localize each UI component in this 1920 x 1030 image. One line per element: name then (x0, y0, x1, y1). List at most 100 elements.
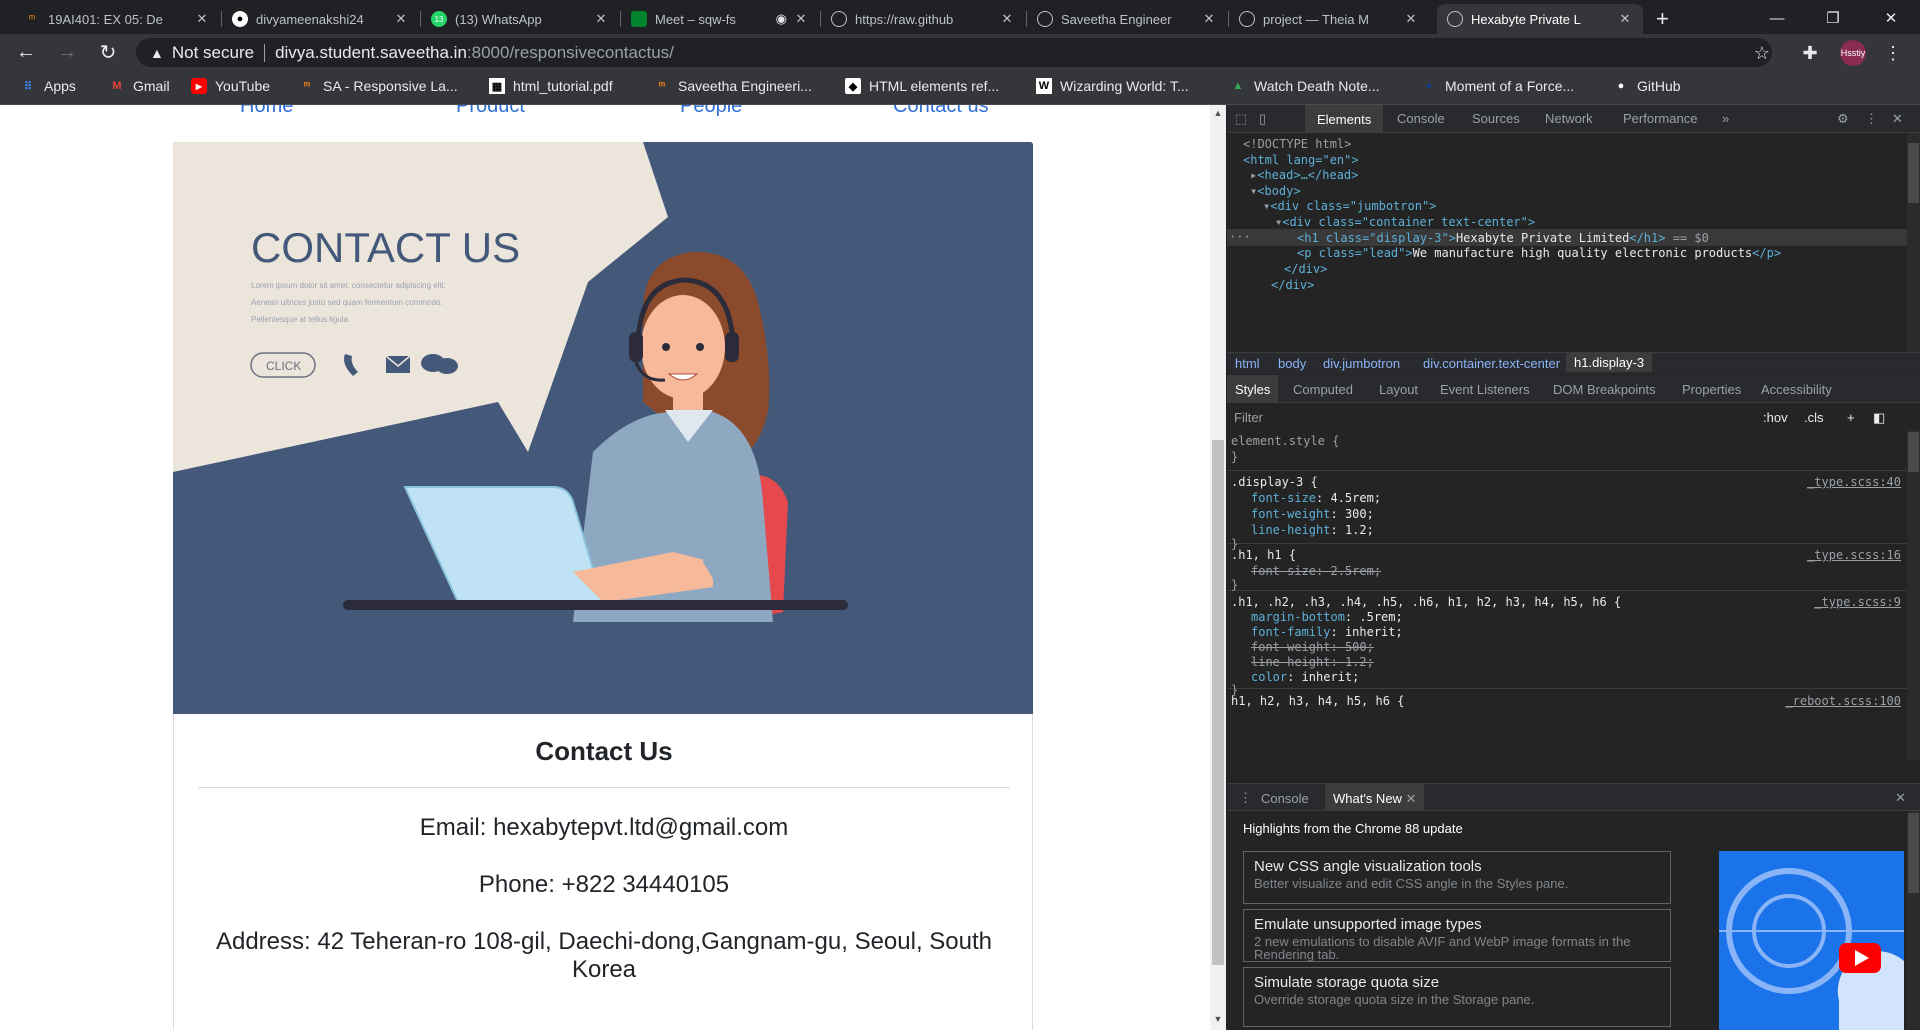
scroll-up-icon[interactable]: ▲ (1210, 108, 1226, 118)
close-tab-icon[interactable]: ✕ (1201, 11, 1217, 27)
bookmark-sa-responsive[interactable]: ᵐ SA - Responsive La... (299, 78, 458, 94)
forward-button[interactable]: → (55, 40, 79, 64)
extensions-icon[interactable]: ✚ (1797, 40, 1823, 66)
rule-selector[interactable]: .h1, h1 { (1231, 548, 1296, 562)
bookmark-html-elements[interactable]: ◆ HTML elements ref... (845, 78, 999, 94)
settings-gear-icon[interactable]: ⚙ (1837, 111, 1849, 127)
browser-tab[interactable]: 13 (13) WhatsApp ✕ (421, 4, 619, 34)
whats-new-video-thumbnail[interactable] (1719, 851, 1904, 1030)
css-declaration[interactable]: font-size: 4.5rem; (1251, 491, 1381, 505)
sidebar-toggle-icon[interactable]: ◧ (1873, 410, 1885, 426)
close-tab-icon[interactable]: ✕ (593, 11, 609, 27)
close-tab-icon[interactable]: ✕ (194, 11, 210, 27)
browser-tab[interactable]: project — Theia M ✕ (1229, 4, 1429, 34)
close-tab-icon[interactable]: ✕ (793, 11, 809, 27)
browser-tab-active[interactable]: Hexabyte Private L ✕ (1437, 4, 1643, 34)
close-devtools-icon[interactable]: ✕ (1892, 111, 1903, 127)
bookmark-github[interactable]: ● GitHub (1613, 78, 1681, 94)
close-tab-icon[interactable]: ✕ (1617, 11, 1633, 27)
drawer-menu-icon[interactable]: ⋮ (1239, 790, 1252, 806)
css-declaration-overridden[interactable]: line-height: 1.2; (1251, 655, 1374, 669)
more-tabs-icon[interactable]: » (1722, 111, 1729, 126)
breadcrumb-item[interactable]: div.container.text-center (1423, 356, 1560, 371)
styles-scrollbar[interactable] (1907, 430, 1920, 760)
rule-source-link[interactable]: _type.scss:40 (1807, 475, 1901, 489)
inspect-element-icon[interactable]: ⬚ (1235, 111, 1247, 127)
kebab-menu-icon[interactable]: ⋮ (1865, 111, 1878, 127)
dom-node[interactable]: ▸<head>…</head> (1250, 168, 1358, 182)
security-label[interactable]: Not secure (172, 43, 254, 63)
minimize-button[interactable]: — (1754, 4, 1800, 32)
bookmark-star-icon[interactable]: ☆ (1749, 40, 1775, 66)
nav-people[interactable]: People (680, 105, 742, 118)
dom-node-selected[interactable]: <h1 class="display-3">Hexabyte Private L… (1297, 231, 1709, 245)
new-tab-button[interactable]: + (1656, 6, 1669, 32)
tab-properties[interactable]: Properties (1682, 382, 1741, 397)
dom-node[interactable]: <p class="lead">We manufacture high qual… (1297, 246, 1781, 260)
whats-new-item[interactable]: Emulate unsupported image types 2 new em… (1243, 909, 1671, 962)
css-declaration-overridden[interactable]: font-size: 2.5rem; (1251, 564, 1381, 578)
restore-button[interactable]: ❐ (1810, 4, 1856, 32)
bookmark-wizarding[interactable]: W Wizarding World: T... (1036, 78, 1189, 94)
css-declaration[interactable]: line-height: 1.2; (1251, 523, 1374, 537)
close-tab-icon[interactable]: ✕ (393, 11, 409, 27)
back-button[interactable]: ← (14, 40, 38, 64)
breadcrumb-item-selected[interactable]: h1.display-3 (1566, 353, 1653, 372)
nav-product[interactable]: Product (456, 105, 525, 118)
rule-source-link[interactable]: _reboot.scss:100 (1785, 694, 1901, 708)
bookmark-html-tutorial[interactable]: ▦ html_tutorial.pdf (489, 78, 613, 94)
browser-tab[interactable]: ᵐ 19AI401: EX 05: De ✕ (14, 4, 220, 34)
hov-toggle[interactable]: :hov (1763, 410, 1788, 425)
close-window-button[interactable]: ✕ (1868, 4, 1914, 32)
device-toolbar-icon[interactable]: ▯ (1259, 111, 1266, 127)
bookmark-moment[interactable]: ● Moment of a Force... (1421, 78, 1575, 94)
close-drawer-icon[interactable]: ✕ (1895, 790, 1906, 806)
scroll-down-icon[interactable]: ▼ (1210, 1014, 1226, 1024)
drawer-tab-whats-new[interactable]: What's New ✕ (1325, 784, 1425, 811)
bookmark-death-note[interactable]: ▲ Watch Death Note... (1230, 78, 1380, 94)
dom-node[interactable]: <html lang="en"> (1243, 153, 1359, 167)
tab-dom-breakpoints[interactable]: DOM Breakpoints (1553, 382, 1656, 397)
scroll-thumb[interactable] (1212, 440, 1224, 965)
whats-new-item[interactable]: Simulate storage quota size Override sto… (1243, 967, 1671, 1027)
tab-accessibility[interactable]: Accessibility (1761, 382, 1832, 397)
tab-computed[interactable]: Computed (1293, 382, 1353, 397)
rule-selector[interactable]: h1, h2, h3, h4, h5, h6 { (1231, 694, 1404, 708)
tab-network[interactable]: Network (1545, 111, 1593, 126)
tab-elements[interactable]: Elements (1305, 105, 1384, 133)
rule-source-link[interactable]: _type.scss:9 (1814, 595, 1901, 609)
bookmark-saveetha[interactable]: ᵐ Saveetha Engineeri... (654, 78, 812, 94)
dom-node[interactable]: ▾<div class="jumbotron"> (1263, 199, 1436, 213)
tab-layout[interactable]: Layout (1379, 382, 1418, 397)
warning-icon[interactable]: ▲ (150, 45, 164, 61)
bookmark-youtube[interactable]: ▶ YouTube (191, 78, 270, 94)
filter-input[interactable]: Filter (1234, 410, 1263, 425)
tab-event-listeners[interactable]: Event Listeners (1440, 382, 1530, 397)
dom-node[interactable]: </div> (1284, 262, 1327, 276)
tab-styles[interactable]: Styles (1227, 375, 1279, 403)
browser-tab[interactable]: ● divyameenakshi24 ✕ (222, 4, 419, 34)
css-declaration[interactable]: color: inherit; (1251, 670, 1359, 684)
dom-node[interactable]: ▾<body> (1250, 184, 1301, 198)
tab-sources[interactable]: Sources (1472, 111, 1520, 126)
css-declaration[interactable]: font-weight: 300; (1251, 507, 1374, 521)
dom-node[interactable]: </div> (1271, 278, 1314, 292)
rule-selector[interactable]: .h1, .h2, .h3, .h4, .h5, .h6, h1, h2, h3… (1231, 595, 1621, 609)
breadcrumb-item[interactable]: html (1235, 356, 1260, 371)
address-bar[interactable]: ▲ Not secure divya.student.saveetha.in:8… (136, 38, 1772, 67)
nav-home[interactable]: Home (240, 105, 293, 118)
dom-node[interactable]: ▾<div class="container text-center"> (1275, 215, 1535, 229)
cls-toggle[interactable]: .cls (1804, 410, 1824, 425)
browser-tab[interactable]: Meet – sqw-fs ◉ ✕ (621, 4, 819, 34)
drawer-scrollbar[interactable] (1907, 811, 1920, 1030)
browser-tab[interactable]: https://raw.github ✕ (821, 4, 1025, 34)
dom-scrollbar[interactable] (1907, 133, 1920, 352)
breadcrumb-item[interactable]: body (1278, 356, 1306, 371)
close-tab-icon[interactable]: ✕ (999, 11, 1015, 27)
css-declaration[interactable]: font-family: inherit; (1251, 625, 1403, 639)
rule-selector[interactable]: element.style { (1231, 434, 1339, 448)
bookmark-apps[interactable]: ⠿ Apps (20, 78, 76, 94)
avatar[interactable]: Hsstiy (1840, 40, 1866, 66)
dom-node[interactable]: <!DOCTYPE html> (1243, 137, 1351, 151)
new-rule-icon[interactable]: + (1847, 410, 1855, 425)
